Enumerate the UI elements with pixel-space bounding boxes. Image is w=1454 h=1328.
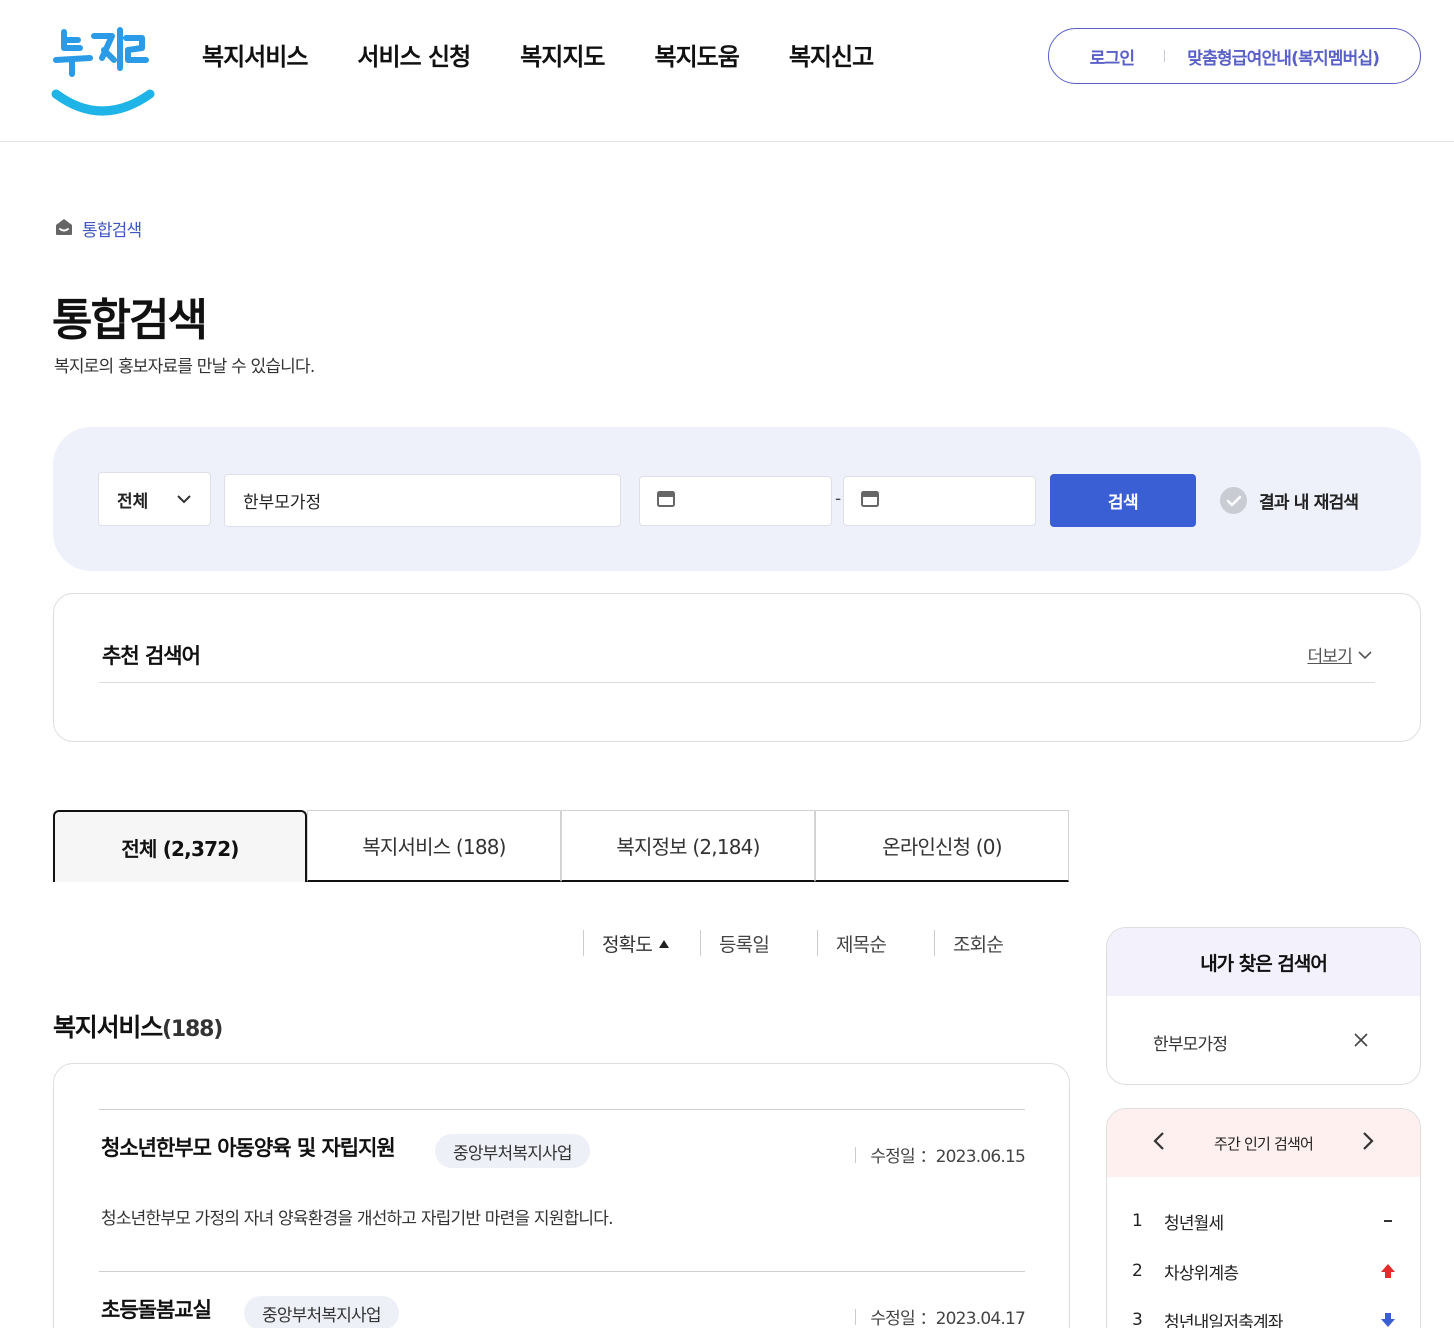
sort-accuracy-label: 정확도	[602, 933, 653, 956]
gnb-welfare-report[interactable]: 복지신고	[789, 40, 874, 74]
breadcrumb: 통합검색	[54, 216, 142, 241]
logo[interactable]	[50, 24, 156, 120]
date-divider	[855, 1308, 857, 1325]
my-keywords-title: 내가 찾은 검색어	[1107, 928, 1420, 996]
calendar-icon[interactable]	[860, 490, 880, 512]
result-list: 청소년한부모 아동양육 및 자립지원 중앙부처복지사업 수정일 ：2023.06…	[53, 1063, 1070, 1328]
date-from-field[interactable]	[639, 476, 832, 526]
result-tabs: 전체 (2,372) 복지서비스 (188) 복지정보 (2,184) 온라인신…	[53, 810, 1070, 882]
chevron-down-icon	[1358, 645, 1372, 665]
popular-rank: 3	[1132, 1310, 1143, 1328]
research-checkbox[interactable]: 결과 내 재검색	[1220, 487, 1359, 514]
popular-title: 주간 인기 검색어	[1214, 1134, 1314, 1153]
util-divider	[1164, 50, 1166, 62]
gnb-welfare-help[interactable]: 복지도움	[655, 40, 740, 74]
trend-down-icon	[1378, 1312, 1398, 1328]
popular-keyword: 차상위계층	[1164, 1263, 1239, 1284]
result-date: 수정일 ：2023.06.15	[855, 1142, 1026, 1167]
popular-header: 주간 인기 검색어	[1107, 1109, 1420, 1177]
sort-title[interactable]: 제목순	[817, 930, 934, 956]
gnb-welfare-map[interactable]: 복지지도	[520, 40, 605, 74]
global-nav: 복지서비스 서비스 신청 복지지도 복지도움 복지신고	[202, 40, 923, 74]
search-button[interactable]: 검색	[1050, 474, 1196, 527]
recommend-title: 추천 검색어	[102, 644, 201, 668]
tab-online-apply[interactable]: 온라인신청 (0)	[815, 810, 1069, 882]
category-badge: 중앙부처복지사업	[435, 1134, 590, 1168]
divider	[99, 682, 1375, 683]
triangle-up-icon	[658, 932, 670, 954]
popular-item[interactable]: 1 청년월세	[1132, 1206, 1398, 1236]
popular-rank: 1	[1132, 1211, 1143, 1231]
logo-icon	[51, 27, 155, 116]
page-title: 통합검색	[52, 295, 208, 346]
chevron-right-icon[interactable]	[1362, 1131, 1374, 1155]
my-keyword-item: 한부모가정	[1153, 1030, 1369, 1055]
result-description: 청소년한부모 가정의 자녀 양육환경을 개선하고 자립기반 마련을 지원합니다.	[101, 1209, 614, 1229]
more-button[interactable]: 더보기	[1307, 642, 1372, 667]
search-panel: 전체 - 검색 결과 내 재검색	[53, 427, 1421, 571]
membership-link[interactable]: 맞춤형급여안내(복지멤버십)	[1187, 44, 1380, 69]
result-date-text: 수정일 ：2023.06.15	[870, 1147, 1025, 1167]
my-keywords-panel: 내가 찾은 검색어 한부모가정	[1106, 927, 1421, 1085]
section-title-text: 복지서비스	[53, 1013, 163, 1042]
popular-keyword: 청년내일저축계좌	[1164, 1312, 1284, 1328]
breadcrumb-current[interactable]: 통합검색	[82, 216, 142, 241]
gnb-welfare-service[interactable]: 복지서비스	[202, 40, 308, 74]
page-description: 복지로의 홍보자료를 만날 수 있습니다.	[54, 357, 315, 377]
sort-options: 정확도 등록일 제목순 조회순	[583, 930, 1051, 956]
scope-select-value: 전체	[117, 491, 149, 512]
popular-item[interactable]: 3 청년내일저축계좌	[1132, 1305, 1398, 1328]
sort-views[interactable]: 조회순	[934, 930, 1051, 956]
my-keyword-link[interactable]: 한부모가정	[1153, 1030, 1228, 1055]
result-title[interactable]: 청소년한부모 아동양육 및 자립지원	[101, 1132, 396, 1162]
date-divider	[855, 1146, 857, 1163]
section-count: (188)	[162, 1017, 223, 1042]
result-date: 수정일 ：2023.04.17	[855, 1304, 1026, 1328]
tab-welfare-info[interactable]: 복지정보 (2,184)	[561, 810, 815, 882]
recommend-keywords: 추천 검색어 더보기	[53, 593, 1421, 742]
popular-rank: 2	[1132, 1261, 1143, 1281]
category-badge: 중앙부처복지사업	[244, 1296, 399, 1328]
result-item: 청소년한부모 아동양육 및 자립지원 중앙부처복지사업 수정일 ：2023.06…	[99, 1109, 1026, 1269]
research-label: 결과 내 재검색	[1259, 493, 1359, 513]
sort-accuracy[interactable]: 정확도	[583, 930, 700, 956]
home-icon[interactable]	[54, 217, 74, 241]
header: 복지서비스 서비스 신청 복지지도 복지도움 복지신고 로그인 맞춤형급여안내(…	[0, 0, 1454, 142]
check-icon	[1220, 487, 1247, 514]
result-item: 초등돌봄교실 중앙부처복지사업 수정일 ：2023.04.17	[99, 1271, 1026, 1328]
scope-select[interactable]: 전체	[98, 472, 211, 526]
trend-up-icon	[1378, 1263, 1398, 1279]
gnb-service-apply[interactable]: 서비스 신청	[357, 40, 471, 74]
search-input[interactable]	[224, 474, 621, 527]
trend-same-icon	[1378, 1219, 1398, 1223]
result-title[interactable]: 초등돌봄교실	[101, 1294, 212, 1324]
util-menu: 로그인 맞춤형급여안내(복지멤버십)	[1048, 28, 1421, 84]
tab-welfare-service[interactable]: 복지서비스 (188)	[307, 810, 561, 882]
calendar-icon[interactable]	[656, 490, 676, 512]
chevron-left-icon[interactable]	[1153, 1131, 1165, 1155]
popular-keywords-panel: 주간 인기 검색어 1 청년월세 2 차상위계층 3 청년내일저축계좌	[1106, 1108, 1421, 1328]
close-icon[interactable]	[1353, 1032, 1369, 1053]
result-date-text: 수정일 ：2023.04.17	[870, 1309, 1025, 1328]
section-title: 복지서비스(188)	[53, 1008, 223, 1044]
sort-date[interactable]: 등록일	[700, 930, 817, 956]
tab-all[interactable]: 전체 (2,372)	[53, 810, 307, 882]
chevron-down-icon	[176, 489, 192, 509]
popular-item[interactable]: 2 차상위계층	[1132, 1256, 1398, 1286]
date-separator: -	[835, 489, 842, 509]
popular-keyword: 청년월세	[1164, 1213, 1224, 1234]
more-label: 더보기	[1307, 647, 1352, 667]
date-to-field[interactable]	[843, 476, 1036, 526]
login-link[interactable]: 로그인	[1090, 44, 1135, 69]
